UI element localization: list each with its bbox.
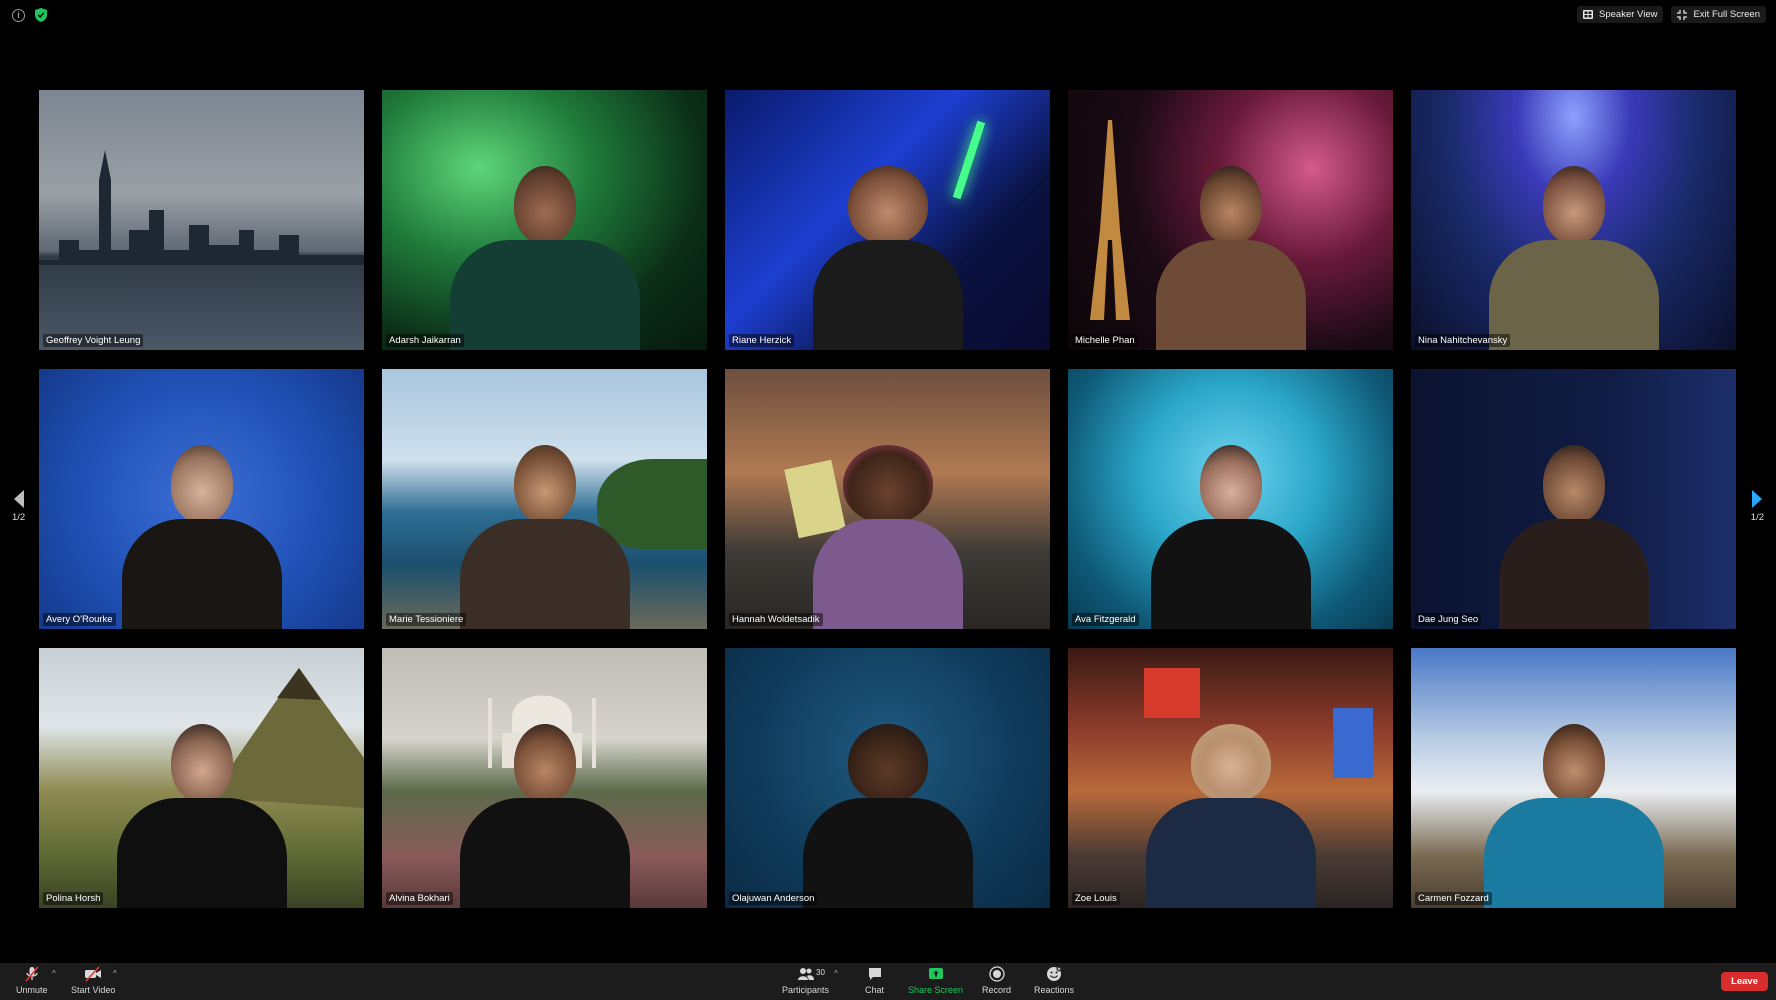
speaker-view-button[interactable]: Speaker View — [1577, 6, 1664, 23]
participant-figure — [1150, 429, 1311, 629]
participants-options-caret[interactable]: ^ — [834, 969, 838, 978]
participant-figure — [812, 429, 963, 629]
unmute-button[interactable]: Unmute — [16, 966, 48, 995]
page-indicator-left: 1/2 — [12, 512, 26, 523]
meeting-toolbar: Unmute ^ Start Video ^ Participants 30 ^ — [0, 963, 1776, 1000]
participant-figure — [1483, 708, 1664, 908]
participant-name: Alvina Bokhari — [386, 892, 453, 905]
participant-name: Geoffrey Voight Leung — [43, 334, 144, 347]
video-tile-zoe-louis[interactable]: Zoe Louis — [1068, 648, 1393, 908]
participant-name: Dae Jung Seo — [1415, 613, 1482, 626]
video-tile-polina-horsh[interactable]: Polina Horsh — [39, 648, 364, 908]
participant-figure — [812, 150, 963, 350]
participants-label: Participants — [782, 985, 830, 995]
video-tile-avery-orourke[interactable]: Avery O'Rourke — [39, 369, 364, 629]
record-button[interactable]: Record — [982, 966, 1011, 995]
participant-name: Hannah Woldetsadik — [729, 613, 823, 626]
top-left-status: i — [12, 8, 47, 22]
video-tile-hannah-woldetsadik[interactable]: Hannah Woldetsadik — [725, 369, 1050, 629]
start-video-button[interactable]: Start Video — [71, 966, 115, 995]
participant-figure — [1498, 429, 1649, 629]
shield-check-icon[interactable] — [35, 8, 47, 22]
participant-figure — [449, 150, 640, 350]
share-screen-icon — [928, 968, 943, 979]
video-camera-off-icon — [85, 966, 102, 982]
top-right-controls: Speaker View Exit Full Screen — [1577, 6, 1766, 23]
participant-name: Michelle Phan — [1072, 334, 1138, 347]
info-icon[interactable]: i — [12, 8, 25, 22]
video-tile-alvina-bokhari[interactable]: Alvina Bokhari — [382, 648, 707, 908]
participant-name: Carmen Fozzard — [1415, 892, 1492, 905]
participant-figure — [1155, 150, 1306, 350]
chat-label: Chat — [865, 985, 885, 995]
share-screen-label: Share Screen — [908, 985, 964, 995]
page-indicator-right: 1/2 — [1750, 512, 1764, 523]
chat-button[interactable]: Chat — [865, 966, 884, 995]
leave-meeting-button[interactable]: Leave — [1721, 972, 1768, 991]
participant-figure — [459, 429, 630, 629]
participant-name: Riane Herzick — [729, 334, 795, 347]
participant-figure — [121, 429, 282, 629]
chat-bubble-icon — [868, 968, 881, 980]
participants-count: 30 — [816, 968, 825, 977]
participant-name: Avery O'Rourke — [43, 613, 116, 626]
reactions-button[interactable]: Reactions — [1034, 966, 1074, 995]
video-tile-olajuwan-anderson[interactable]: Olajuwan Anderson — [725, 648, 1050, 908]
gallery-grid: Geoffrey Voight Leung Adarsh Jaikarran R… — [39, 90, 1736, 908]
video-tile-riane-herzick[interactable]: Riane Herzick — [725, 90, 1050, 350]
participant-name: Marie Tessioniere — [386, 613, 467, 626]
arrow-right-icon — [1752, 490, 1763, 508]
video-tile-dae-jung-seo[interactable]: Dae Jung Seo — [1411, 369, 1736, 629]
video-tile-nina-nahitchevansky[interactable]: Nina Nahitchevansky — [1411, 90, 1736, 350]
arrow-left-icon — [13, 490, 24, 508]
audio-options-caret[interactable]: ^ — [52, 969, 56, 978]
grid-view-icon — [1583, 10, 1594, 19]
participant-figure — [802, 708, 973, 908]
video-tile-geoffrey-voight-leung[interactable]: Geoffrey Voight Leung — [39, 90, 364, 350]
participant-figure — [1145, 708, 1316, 908]
exit-full-screen-label: Exit Full Screen — [1693, 9, 1760, 20]
participant-name: Ava Fitzgerald — [1072, 613, 1139, 626]
exit-fullscreen-icon — [1677, 9, 1688, 20]
unmute-label: Unmute — [16, 985, 48, 995]
video-tile-michelle-phan[interactable]: Michelle Phan — [1068, 90, 1393, 350]
record-label: Record — [982, 985, 1012, 995]
participant-figure — [116, 708, 287, 908]
participant-name: Olajuwan Anderson — [729, 892, 818, 905]
participant-name: Polina Horsh — [43, 892, 104, 905]
participant-name: Nina Nahitchevansky — [1415, 334, 1511, 347]
video-tile-ava-fitzgerald[interactable]: Ava Fitzgerald — [1068, 369, 1393, 629]
zoom-meeting-window: i Speaker View Exit Full Screen 1/2 1/2 … — [0, 0, 1776, 1000]
video-tile-adarsh-jaikarran[interactable]: Adarsh Jaikarran — [382, 90, 707, 350]
reactions-label: Reactions — [1034, 985, 1075, 995]
emoji-smile-icon — [1047, 966, 1062, 981]
participant-figure — [1488, 150, 1659, 350]
video-tile-marie-tessioniere[interactable]: Marie Tessioniere — [382, 369, 707, 629]
video-options-caret[interactable]: ^ — [113, 969, 117, 978]
participant-figure — [459, 708, 630, 908]
microphone-muted-icon — [25, 966, 39, 982]
record-icon — [988, 966, 1005, 982]
city-skyline-graphic — [39, 150, 364, 265]
participant-name: Zoe Louis — [1072, 892, 1120, 905]
next-page-button[interactable]: 1/2 — [1751, 490, 1764, 523]
video-tile-carmen-fozzard[interactable]: Carmen Fozzard — [1411, 648, 1736, 908]
exit-full-screen-button[interactable]: Exit Full Screen — [1671, 6, 1766, 23]
previous-page-button[interactable]: 1/2 — [12, 490, 25, 523]
share-screen-button[interactable]: Share Screen — [908, 966, 963, 995]
participant-name: Adarsh Jaikarran — [386, 334, 464, 347]
participants-icon — [797, 968, 814, 980]
start-video-label: Start Video — [71, 985, 116, 995]
speaker-view-label: Speaker View — [1599, 9, 1658, 20]
